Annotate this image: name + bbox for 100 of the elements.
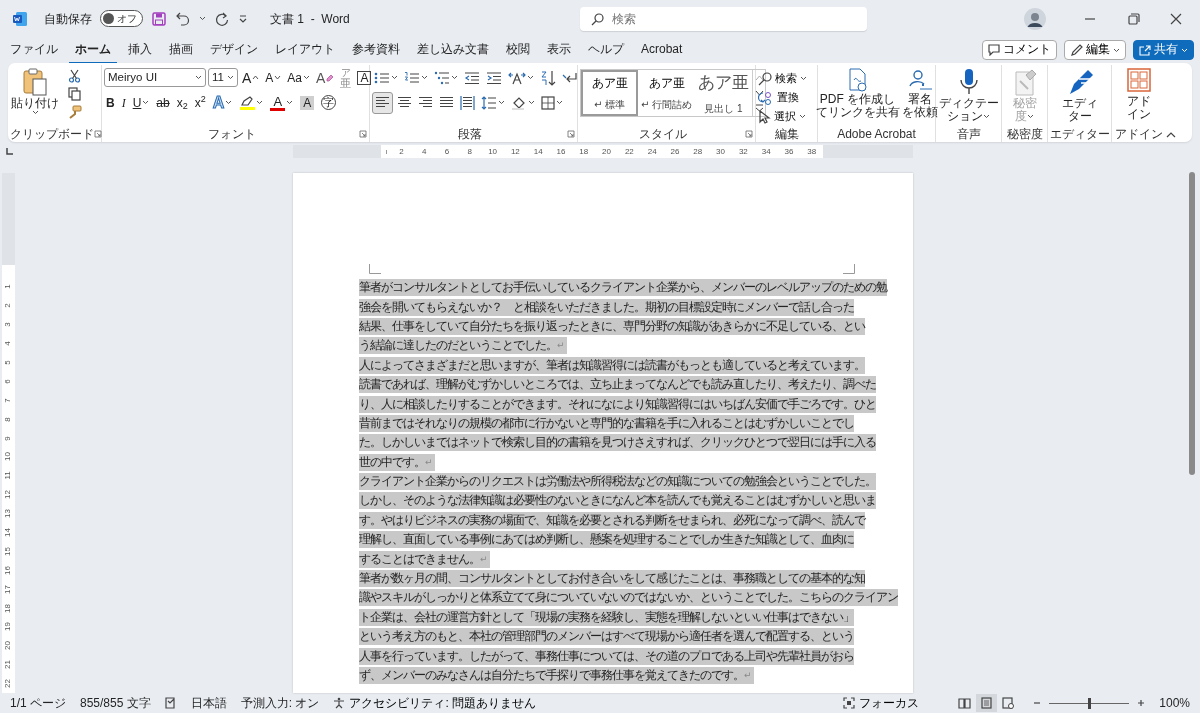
increase-indent-icon	[486, 70, 502, 85]
signature-icon	[906, 67, 933, 93]
create-pdf-button[interactable]: PDF を作成し てリンクを共有	[814, 65, 901, 122]
ruler-number: 9	[2, 434, 14, 443]
font-color-button[interactable]: A	[268, 91, 296, 114]
justify-icon	[439, 96, 454, 109]
align-right-icon	[418, 96, 433, 109]
brush-icon[interactable]	[68, 105, 82, 119]
avatar[interactable]	[1024, 7, 1046, 30]
scissors-icon[interactable]	[68, 69, 81, 83]
ribbon-tab[interactable]: 参考資料	[346, 36, 406, 64]
editor-button[interactable]: エディ ター	[1060, 65, 1099, 126]
share-icon	[1139, 44, 1151, 56]
focus-icon	[843, 697, 856, 709]
font-name-field[interactable]: Meiryo UI	[104, 68, 206, 87]
request-signature-button[interactable]: 署名 を依頼	[900, 65, 939, 122]
align-left-button[interactable]	[372, 91, 393, 114]
select-button[interactable]: 選択	[758, 107, 806, 126]
crop-mark-icon	[843, 264, 855, 274]
launcher-icon[interactable]	[359, 130, 367, 138]
search-field[interactable]: 検索	[579, 6, 867, 31]
zoom-level: 100%	[1159, 695, 1190, 712]
collapse-icon[interactable]	[1166, 132, 1176, 138]
app-icon[interactable]	[12, 10, 28, 27]
find-button[interactable]: 検索	[758, 69, 807, 88]
focus-button[interactable]: フォーカス	[843, 694, 920, 712]
superscript-button[interactable]: x$^{2}$	[192, 91, 208, 114]
scroll-up-icon[interactable]	[754, 74, 764, 81]
zoom-out-icon[interactable]	[1033, 699, 1042, 707]
paste-button[interactable]: 貼り付け	[10, 65, 60, 118]
caret-icon	[1113, 47, 1120, 53]
ribbon-tab[interactable]: ファイル	[4, 36, 64, 64]
ribbon-tab[interactable]: レイアウト	[269, 36, 341, 64]
close-icon[interactable]	[1170, 12, 1182, 25]
replace-button[interactable]: 置換	[758, 88, 799, 107]
book-icon	[958, 697, 972, 709]
ribbon-tab[interactable]: ヘルプ	[582, 36, 630, 64]
ribbon-tab[interactable]: 校閲	[500, 36, 536, 64]
style-name: 見出し 1	[704, 101, 743, 116]
underline-button[interactable]: U	[130, 91, 152, 114]
ribbon-tab[interactable]: 描画	[163, 36, 199, 64]
caret-icon[interactable]	[199, 16, 206, 21]
style-option[interactable]: あア亜 ↵ 標準	[581, 70, 638, 116]
scroll-down-icon[interactable]	[754, 90, 764, 96]
bullet-list-icon	[374, 70, 390, 85]
add-ins-button[interactable]: アド イン	[1125, 65, 1153, 124]
group-label: Adobe Acrobat	[836, 126, 917, 143]
clear-formatting-button[interactable]: A	[314, 66, 337, 89]
paragraph-mark-icon	[562, 70, 578, 85]
ruler-number: 7	[2, 397, 14, 405]
italic-button[interactable]: I	[119, 91, 128, 114]
sort-icon	[540, 69, 556, 86]
tab-stop-icon[interactable]	[5, 146, 14, 156]
change-case-button[interactable]: Aa	[285, 66, 313, 89]
group-label: 秘密度	[1005, 126, 1044, 143]
customize-icon[interactable]	[238, 13, 248, 24]
copy-icon[interactable]	[68, 87, 81, 101]
launcher-icon[interactable]	[94, 130, 102, 138]
ruler-number: 17	[2, 583, 14, 596]
cursor-icon	[758, 109, 771, 124]
dictate-button[interactable]: ディクテー ション	[937, 65, 1000, 126]
group-label: フォント	[206, 126, 257, 143]
slider-thumb[interactable]	[1088, 697, 1092, 709]
launcher-icon[interactable]	[567, 130, 575, 138]
grow-font-button[interactable]: A	[240, 66, 262, 89]
ribbon-tab[interactable]: Acrobat	[635, 36, 689, 64]
launcher-icon[interactable]	[745, 130, 753, 138]
save-icon[interactable]	[151, 10, 167, 27]
ribbon-tab[interactable]: 差し込み文書	[411, 36, 495, 64]
shrink-font-button[interactable]: A	[263, 66, 284, 89]
strikethrough-button[interactable]: ab	[154, 91, 172, 114]
status-text: 855/855 文字	[80, 695, 151, 712]
print-layout-button[interactable]	[976, 694, 998, 712]
subscript-button[interactable]: x$_{2}$	[174, 91, 190, 114]
edit-mode-button[interactable]: 編集	[1064, 40, 1126, 60]
accessibility-button[interactable]: アクセシビリティ: 問題ありません	[333, 694, 537, 712]
ruler-number: 1	[2, 283, 14, 292]
proofing-icon[interactable]	[164, 697, 177, 709]
ribbon-tab[interactable]: 表示	[541, 36, 577, 64]
zoom-in-icon[interactable]	[1137, 699, 1146, 707]
share-button[interactable]: 共有	[1133, 40, 1194, 60]
restore-icon[interactable]	[1128, 12, 1140, 25]
bold-button[interactable]: B	[104, 91, 117, 114]
scrollbar-thumb[interactable]	[1189, 172, 1195, 475]
more-icon[interactable]	[754, 104, 764, 113]
autosave-toggle[interactable]: オフ	[100, 10, 143, 27]
undo-icon[interactable]	[175, 10, 191, 27]
comment-button[interactable]: コメント	[982, 40, 1057, 60]
ribbon-tab[interactable]: 挿入	[122, 36, 158, 64]
ruler-number: 19	[2, 621, 14, 634]
phonetic-guide-button[interactable]: ア 亜	[338, 66, 354, 89]
ruler-number: 15	[2, 545, 14, 558]
ribbon-tab[interactable]: デザイン	[204, 36, 264, 64]
redo-icon[interactable]	[214, 10, 230, 27]
ruler-number: 13	[2, 508, 14, 520]
ruler-number: 12	[2, 489, 14, 502]
font-size-field[interactable]: 11	[208, 68, 238, 87]
ruler-number: 22	[2, 678, 14, 690]
comment-icon	[988, 44, 1000, 56]
caret-icon	[195, 75, 202, 80]
